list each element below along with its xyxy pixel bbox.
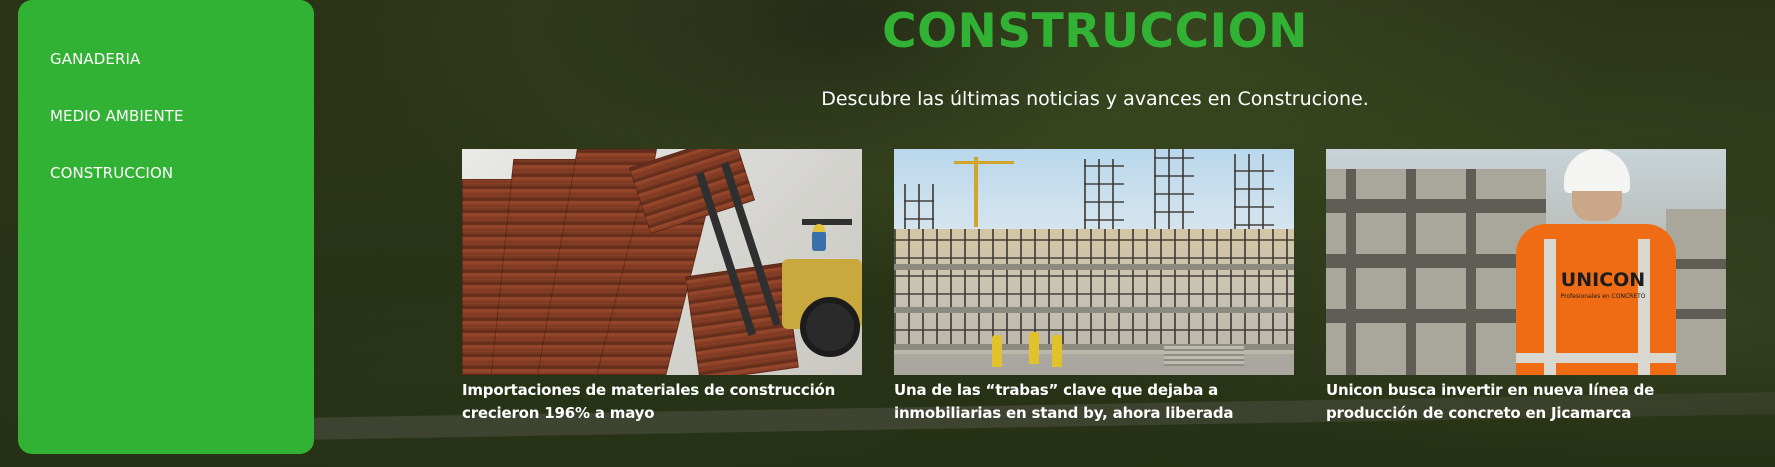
article-card[interactable]: Una de las “trabas” clave que dejaba a i…: [894, 149, 1294, 425]
sidebar-menu: GANADERIA MEDIO AMBIENTE CONSTRUCCION: [18, 0, 314, 454]
article-card[interactable]: UNICON Profesionales en CONCRETO Unicon …: [1326, 149, 1726, 425]
sidebar-item-construccion[interactable]: CONSTRUCCION: [50, 164, 173, 182]
page-title: CONSTRUCCION: [882, 4, 1308, 59]
article-title[interactable]: Una de las “trabas” clave que dejaba a i…: [894, 379, 1294, 425]
vest-logo-subtext: Profesionales en CONCRETO: [1560, 293, 1646, 300]
article-image-unicon-worker[interactable]: UNICON Profesionales en CONCRETO: [1326, 149, 1726, 375]
sidebar-item-medio-ambiente[interactable]: MEDIO AMBIENTE: [50, 107, 184, 125]
sidebar-item-ganaderia[interactable]: GANADERIA: [50, 50, 140, 68]
article-card[interactable]: Importaciones de materiales de construcc…: [462, 149, 862, 425]
page-subtitle: Descubre las últimas noticias y avances …: [821, 88, 1369, 110]
vest-logo-text: UNICON: [1560, 269, 1646, 291]
article-title[interactable]: Unicon busca invertir en nueva línea de …: [1326, 379, 1726, 425]
article-image-lumber-forklift[interactable]: [462, 149, 862, 375]
article-title[interactable]: Importaciones de materiales de construcc…: [462, 379, 862, 425]
article-image-construction-site[interactable]: [894, 149, 1294, 375]
